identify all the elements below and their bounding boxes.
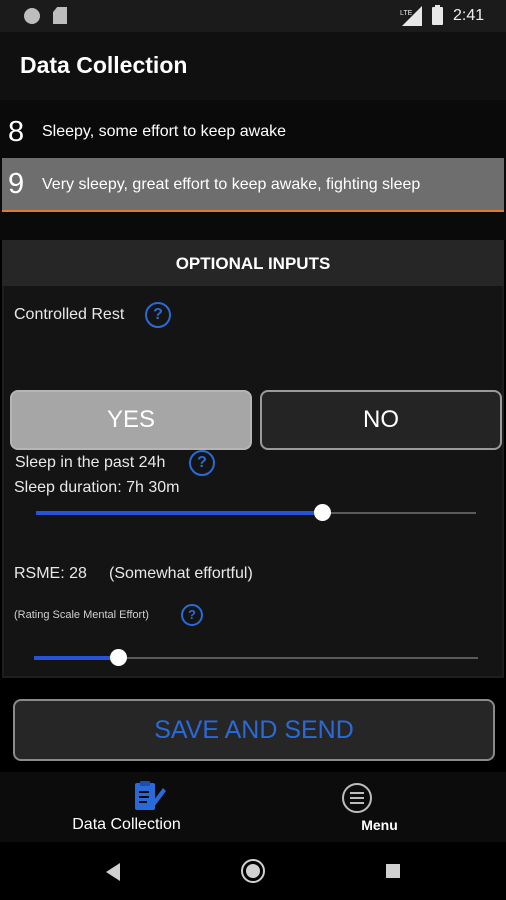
slider-thumb[interactable] — [110, 649, 128, 666]
sleep-past-24h-label: Sleep in the past 24h — [15, 454, 166, 471]
sd-card-icon — [53, 7, 67, 24]
optional-inputs-panel: Controlled Rest ? YES NO Sleep in the pa… — [4, 286, 502, 676]
network-type-label: LTE — [400, 10, 413, 17]
slider-fill — [34, 656, 119, 660]
optional-inputs-header: OPTIONAL INPUTS — [2, 240, 504, 286]
sleep-help-icon[interactable]: ? — [189, 450, 215, 476]
scale-number: 9 — [8, 168, 25, 200]
battery-icon — [432, 5, 443, 25]
nav-item-menu[interactable]: Menu — [253, 772, 506, 842]
menu-circle-icon — [342, 783, 372, 813]
status-bar: LTE 2:41 — [0, 0, 506, 32]
notification-dot-icon — [24, 8, 40, 24]
save-and-send-button[interactable]: SAVE AND SEND — [13, 699, 495, 761]
status-time: 2:41 — [453, 7, 485, 24]
scale-description: Sleepy, some effort to keep awake — [42, 123, 286, 140]
rsme-meaning: (Somewhat effortful) — [109, 565, 253, 582]
system-nav-bar — [0, 842, 506, 900]
nav-label: Menu — [361, 817, 398, 833]
nav-item-data-collection[interactable]: Data Collection — [0, 772, 253, 842]
sleepiness-scale-list: 8 Sleepy, some effort to keep awake 9 Ve… — [0, 100, 506, 240]
scale-item-9[interactable]: 9 Very sleepy, great effort to keep awak… — [2, 158, 504, 212]
slider-fill — [36, 511, 322, 515]
section-title: OPTIONAL INPUTS — [175, 254, 331, 273]
app-bar: Data Collection — [0, 32, 506, 100]
bottom-nav: Data Collection Menu — [0, 772, 506, 842]
page-title: Data Collection — [20, 52, 188, 78]
controlled-rest-help-icon[interactable]: ? — [145, 302, 171, 328]
sleep-duration-slider[interactable] — [36, 503, 476, 523]
rsme-subtitle: (Rating Scale Mental Effort) — [14, 609, 149, 621]
scale-item-8[interactable]: 8 Sleepy, some effort to keep awake — [0, 103, 506, 159]
optional-inputs-section: OPTIONAL INPUTS Controlled Rest ? YES NO… — [2, 240, 504, 678]
controlled-rest-yes-button[interactable]: YES — [10, 390, 252, 450]
rsme-value: RSME: 28 — [14, 565, 87, 582]
clipboard-edit-icon — [135, 781, 166, 810]
rsme-slider[interactable] — [34, 648, 478, 668]
back-icon[interactable] — [104, 862, 122, 882]
scale-number: 8 — [8, 116, 25, 148]
nav-label: Data Collection — [72, 816, 181, 833]
controlled-rest-no-button[interactable]: NO — [260, 390, 502, 450]
home-icon[interactable] — [240, 858, 266, 884]
signal-icon: LTE — [400, 6, 422, 26]
sleep-duration-value: Sleep duration: 7h 30m — [14, 479, 180, 496]
rsme-help-icon[interactable]: ? — [181, 604, 203, 626]
slider-thumb[interactable] — [314, 504, 331, 521]
recents-icon[interactable] — [386, 864, 400, 878]
scale-description: Very sleepy, great effort to keep awake,… — [42, 176, 421, 193]
controlled-rest-label: Controlled Rest — [14, 306, 125, 323]
